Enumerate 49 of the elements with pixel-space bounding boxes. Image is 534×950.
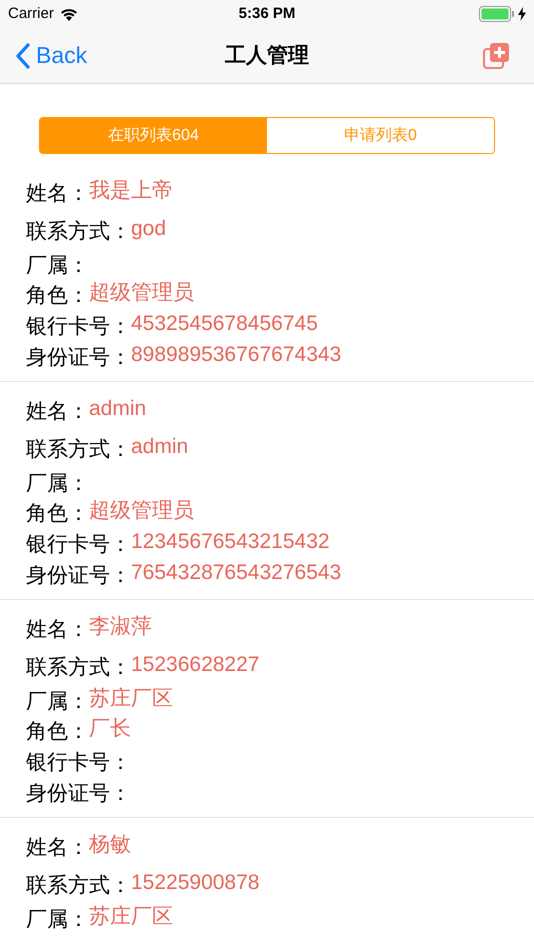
field-value: 杨敏 — [89, 834, 131, 854]
field-label: 联系方式： — [26, 220, 131, 242]
back-button[interactable]: Back — [16, 38, 88, 73]
charging-icon — [518, 7, 526, 21]
field-label: 厂属： — [26, 254, 89, 276]
field-value: 765432876543276543 — [131, 562, 342, 583]
field-value: 超级管理员 — [89, 500, 194, 521]
battery-icon — [479, 6, 515, 22]
field-value: 12345676543215432 — [131, 531, 330, 552]
chevron-left-icon — [16, 42, 30, 68]
field-value: admin — [131, 436, 188, 456]
field-label: 厂属： — [26, 472, 89, 494]
segment-tab[interactable]: 在职列表604 — [40, 118, 267, 153]
clock-time: 5:36 PM — [238, 4, 296, 24]
field-value: 苏庄厂区 — [89, 906, 173, 926]
field-label: 身份证号： — [26, 347, 131, 368]
field-value: 厂长 — [89, 718, 131, 739]
field-label: 厂属： — [26, 908, 89, 930]
field-value: 898989536767674343 — [131, 344, 342, 365]
field-label: 银行卡号： — [26, 534, 131, 555]
wifi-icon — [60, 8, 78, 20]
field-label: 姓名： — [26, 182, 89, 204]
field-label: 姓名： — [26, 836, 89, 858]
field-label: 厂属： — [26, 690, 89, 712]
field-value: 15225900878 — [131, 872, 260, 892]
page-title: 工人管理 — [225, 42, 309, 69]
field-label: 银行卡号： — [26, 752, 131, 773]
field-label: 银行卡号： — [26, 316, 131, 337]
field-value: admin — [89, 398, 146, 418]
field-value: 4532545678456745 — [131, 313, 318, 334]
field-label: 身份证号： — [26, 565, 131, 586]
field-label: 角色： — [26, 285, 89, 306]
add-button[interactable] — [483, 42, 510, 69]
field-value: god — [131, 218, 166, 238]
field-label: 姓名： — [26, 618, 89, 640]
carrier-label: Carrier — [8, 4, 54, 24]
field-value: 15236628227 — [131, 654, 260, 674]
field-value: 苏庄厂区 — [89, 688, 173, 708]
field-value: 超级管理员 — [89, 282, 194, 303]
field-value: 李淑萍 — [89, 616, 152, 636]
field-label: 联系方式： — [26, 656, 131, 678]
add-copy-icon — [483, 42, 510, 69]
field-label: 角色： — [26, 503, 89, 524]
field-label: 联系方式： — [26, 438, 131, 460]
field-label: 联系方式： — [26, 874, 131, 896]
field-label: 姓名： — [26, 400, 89, 422]
field-value: 我是上帝 — [89, 180, 173, 200]
field-label: 角色： — [26, 721, 89, 742]
field-label: 身份证号： — [26, 783, 131, 804]
